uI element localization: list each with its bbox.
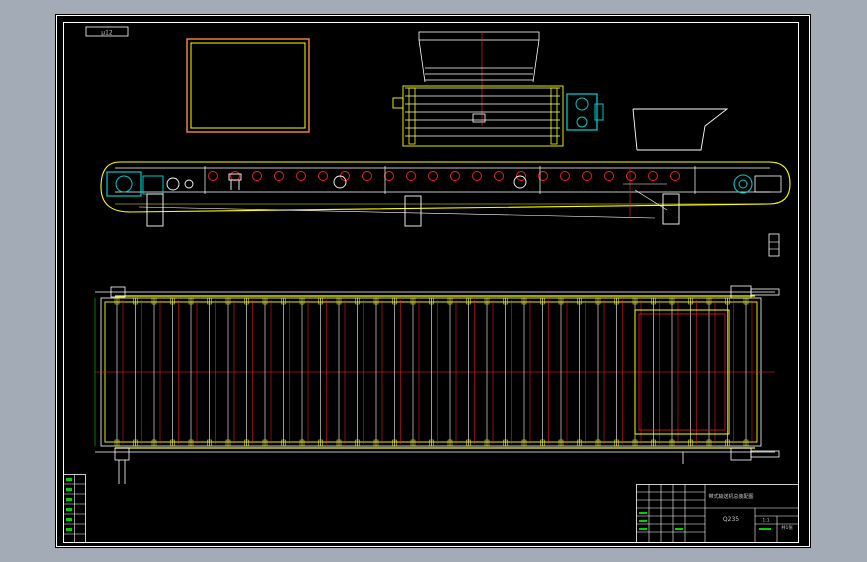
drawing-frame-inner <box>63 22 799 543</box>
idler-roller <box>670 171 680 181</box>
idler-roller <box>582 171 592 181</box>
support-legs <box>146 193 680 227</box>
drive-head-icon <box>106 171 194 197</box>
idler-roller <box>648 171 658 181</box>
drawing-name: 带式输送机总装配图 <box>708 493 753 500</box>
idler-roller <box>252 171 262 181</box>
idler-roller <box>626 171 636 181</box>
cad-canvas[interactable]: μ12 带式输送机总装配图 Q235 1:1 共1张 <box>55 14 811 548</box>
idler-roller <box>318 171 328 181</box>
idler-roller <box>450 171 460 181</box>
idler-roller <box>428 171 438 181</box>
drawing-frame-outer <box>56 15 810 547</box>
return-roller <box>513 175 527 189</box>
idler-roller <box>274 171 284 181</box>
idler-roller <box>208 171 218 181</box>
idler-roller <box>494 171 504 181</box>
revision-table <box>63 474 86 543</box>
title-block: 带式输送机总装配图 Q235 1:1 共1张 <box>636 484 799 543</box>
idler-roller <box>230 171 240 181</box>
tail-pulley-icon <box>733 174 782 194</box>
side-tag <box>768 233 780 257</box>
idler-roller <box>406 171 416 181</box>
sheet-count-text: 共1张 <box>781 524 793 531</box>
drawing-number: Q235 <box>723 516 739 523</box>
idler-roller <box>296 171 306 181</box>
shaft-end-right-icon <box>682 285 780 464</box>
idler-roller <box>472 171 482 181</box>
return-roller <box>333 175 347 189</box>
sheet-tag-text: μ12 <box>101 30 113 37</box>
idler-roller <box>560 171 570 181</box>
view-hopper-end <box>392 31 604 147</box>
sheet-tag-box: μ12 <box>85 26 129 37</box>
idler-roller <box>604 171 614 181</box>
idler-roller <box>362 171 372 181</box>
shaft-end-left-icon <box>110 286 130 484</box>
view-feed-hopper <box>632 108 729 151</box>
idler-roller <box>384 171 394 181</box>
view-side-elevation <box>100 161 791 227</box>
scale-text: 1:1 <box>762 518 769 524</box>
view-frame-plan <box>186 38 310 133</box>
view-plan <box>94 285 780 484</box>
side-rollers <box>208 171 680 189</box>
motor-icon <box>566 93 598 131</box>
